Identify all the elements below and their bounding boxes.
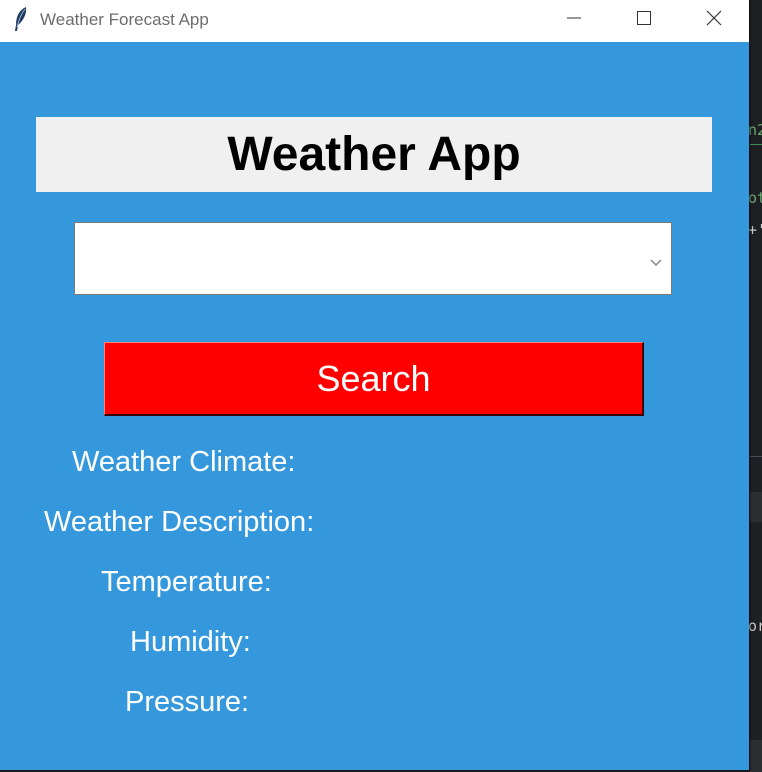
code-fragment: +'	[748, 221, 762, 239]
close-button[interactable]	[691, 0, 737, 40]
maximize-button[interactable]	[621, 0, 667, 40]
close-icon	[706, 10, 722, 31]
app-header: Weather App	[36, 117, 712, 192]
city-combobox[interactable]	[74, 222, 672, 295]
code-fragment: n2	[748, 121, 762, 139]
editor-panel	[750, 740, 762, 772]
search-button[interactable]: Search	[104, 342, 644, 416]
code-fragment: or	[748, 617, 762, 635]
page-title: Weather App	[227, 128, 521, 181]
editor-panel	[750, 492, 762, 522]
pressure-label: Pressure:	[125, 686, 250, 718]
chevron-down-icon[interactable]	[649, 255, 663, 267]
minimize-icon	[566, 10, 582, 31]
app-window: Weather Forecast App Weather App Search …	[0, 0, 749, 770]
code-fragment: ot	[748, 189, 762, 207]
minimize-button[interactable]	[551, 0, 597, 40]
window-title: Weather Forecast App	[40, 10, 209, 29]
title-bar[interactable]: Weather Forecast App	[0, 0, 749, 42]
feather-icon	[12, 6, 30, 32]
weather-climate-label: Weather Climate:	[72, 446, 296, 478]
main-content: Weather App Search Weather Climate: Weat…	[0, 42, 749, 770]
maximize-icon	[636, 10, 652, 31]
editor-divider	[750, 456, 762, 457]
editor-divider	[750, 144, 762, 145]
weather-description-label: Weather Description:	[44, 506, 315, 538]
humidity-label: Humidity:	[130, 626, 251, 658]
search-button-label: Search	[316, 357, 431, 399]
temperature-label: Temperature:	[101, 566, 272, 598]
